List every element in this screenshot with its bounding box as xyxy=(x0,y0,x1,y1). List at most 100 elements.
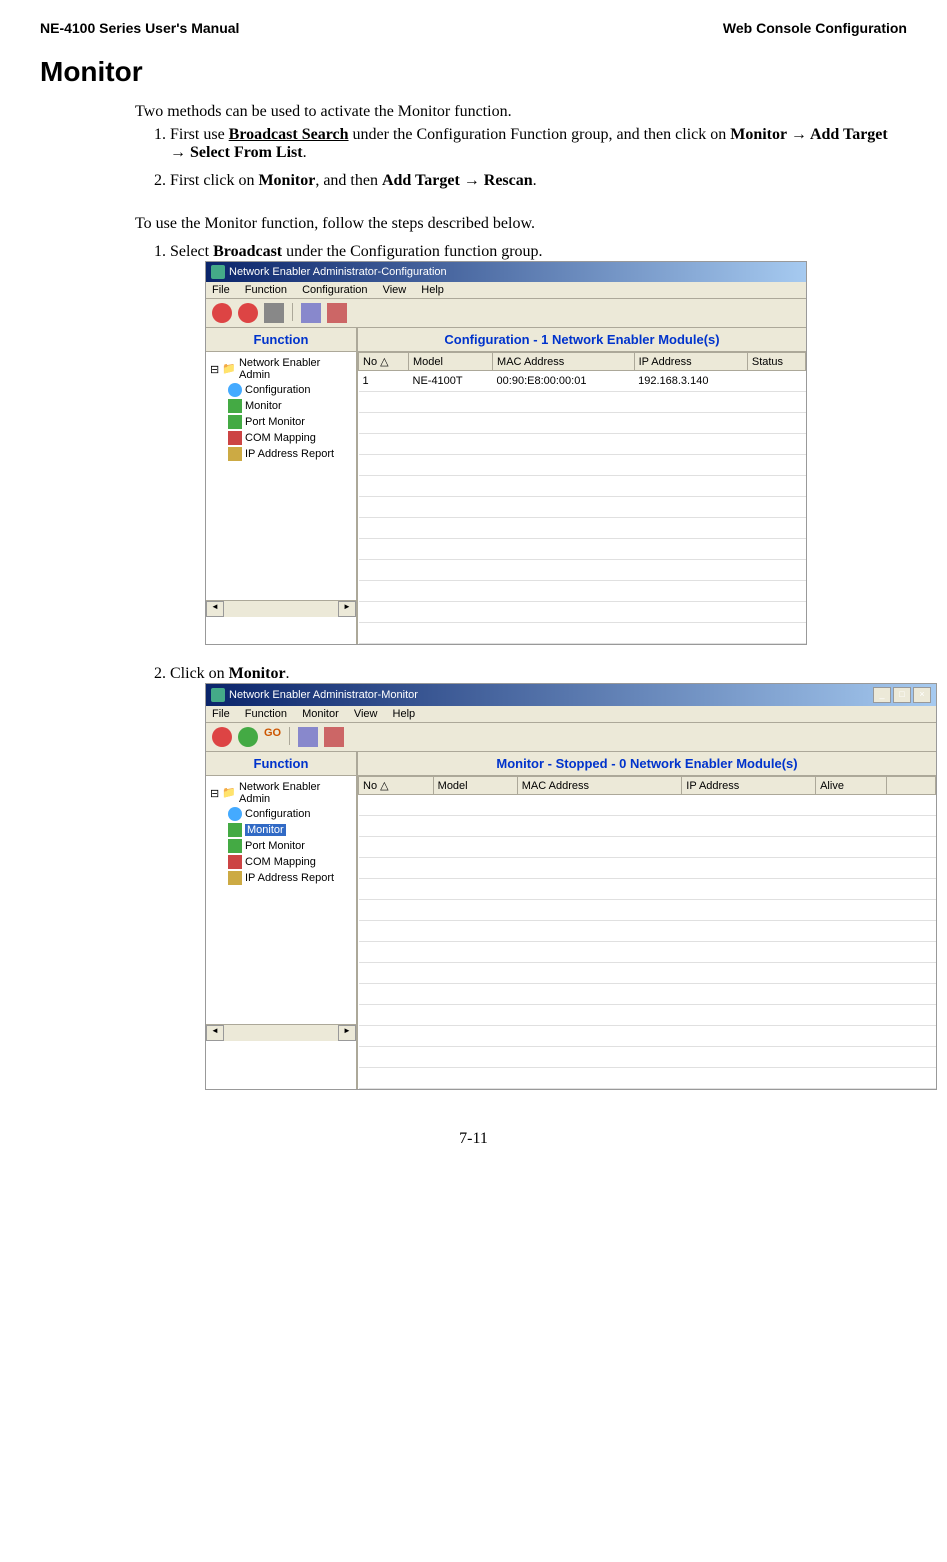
folder-icon: 📁 xyxy=(222,786,236,800)
table-row xyxy=(359,942,936,963)
menu-help[interactable]: Help xyxy=(393,708,416,720)
table-row xyxy=(359,518,806,539)
menu-file[interactable]: File xyxy=(212,708,230,720)
tree-root[interactable]: ⊟ 📁 Network Enabler Admin xyxy=(210,780,352,806)
h-scrollbar[interactable]: ◄ ► xyxy=(206,600,356,617)
menubar: File Function Configuration View Help xyxy=(206,282,806,299)
col-extra[interactable] xyxy=(887,777,936,795)
table-row xyxy=(359,879,936,900)
col-no[interactable]: No △ xyxy=(359,777,434,795)
scroll-left-arrow[interactable]: ◄ xyxy=(206,601,224,617)
tree-item-monitor[interactable]: Monitor xyxy=(228,398,352,414)
menu-file[interactable]: File xyxy=(212,284,230,296)
menu-function[interactable]: Function xyxy=(245,284,287,296)
col-mac[interactable]: MAC Address xyxy=(493,353,635,371)
toolbar: GO xyxy=(206,723,936,752)
tree-item-configuration[interactable]: Configuration xyxy=(228,382,352,398)
toolbar-icon[interactable] xyxy=(327,303,347,323)
intro-text: Two methods can be used to activate the … xyxy=(135,103,907,121)
sidebar-header: Function xyxy=(206,328,356,352)
col-alive[interactable]: Alive xyxy=(816,777,887,795)
menu-monitor[interactable]: Monitor xyxy=(302,708,339,720)
toolbar-icon[interactable] xyxy=(301,303,321,323)
table-row xyxy=(359,816,936,837)
minimize-button[interactable]: _ xyxy=(873,687,891,703)
col-ip[interactable]: IP Address xyxy=(634,353,747,371)
tree-item-monitor[interactable]: Monitor xyxy=(228,822,352,838)
table-row xyxy=(359,497,806,518)
col-mac[interactable]: MAC Address xyxy=(517,777,682,795)
method-item: First use Broadcast Search under the Con… xyxy=(170,126,907,162)
tree-item-configuration[interactable]: Configuration xyxy=(228,806,352,822)
scroll-left-arrow[interactable]: ◄ xyxy=(206,1025,224,1041)
method-item: First click on Monitor, and then Add Tar… xyxy=(170,172,907,190)
toolbar-icon[interactable] xyxy=(298,727,318,747)
tree-item-com-mapping[interactable]: COM Mapping xyxy=(228,430,352,446)
table-row[interactable]: 1 NE-4100T 00:90:E8:00:00:01 192.168.3.1… xyxy=(359,371,806,392)
toolbar-icon[interactable] xyxy=(238,727,258,747)
table-row xyxy=(359,837,936,858)
tree-root[interactable]: ⊟ 📁 Network Enabler Admin xyxy=(210,356,352,382)
window-title: Network Enabler Administrator-Monitor xyxy=(229,689,418,701)
device-table: No △ Model MAC Address IP Address Status xyxy=(358,352,806,644)
window-titlebar: Network Enabler Administrator-Configurat… xyxy=(206,262,806,282)
section-title: Web Console Configuration xyxy=(723,20,907,36)
ip-icon xyxy=(228,871,242,885)
tree-item-ip-report[interactable]: IP Address Report xyxy=(228,446,352,462)
step-item: Select Broadcast under the Configuration… xyxy=(170,243,907,645)
tree-view: ⊟ 📁 Network Enabler Admin Configuration … xyxy=(206,352,356,600)
minus-icon[interactable]: ⊟ xyxy=(210,363,219,376)
steps-list: Select Broadcast under the Configuration… xyxy=(135,243,907,1090)
tree-item-com-mapping[interactable]: COM Mapping xyxy=(228,854,352,870)
page-number: 7-11 xyxy=(40,1130,907,1148)
minus-icon[interactable]: ⊟ xyxy=(210,787,219,800)
scroll-right-arrow[interactable]: ► xyxy=(338,1025,356,1041)
tree-item-port-monitor[interactable]: Port Monitor xyxy=(228,838,352,854)
window-title: Network Enabler Administrator-Configurat… xyxy=(229,266,447,278)
menu-function[interactable]: Function xyxy=(245,708,287,720)
maximize-button[interactable]: □ xyxy=(893,687,911,703)
sidebar: Function ⊟ 📁 Network Enabler Admin Confi… xyxy=(206,752,358,1089)
port-icon xyxy=(228,415,242,429)
folder-icon: 📁 xyxy=(222,362,236,376)
toolbar xyxy=(206,299,806,328)
toolbar-icon[interactable] xyxy=(212,303,232,323)
table-row xyxy=(359,1005,936,1026)
h-scrollbar[interactable]: ◄ ► xyxy=(206,1024,356,1041)
menu-configuration[interactable]: Configuration xyxy=(302,284,367,296)
tree-item-ip-report[interactable]: IP Address Report xyxy=(228,870,352,886)
methods-list: First use Broadcast Search under the Con… xyxy=(135,126,907,190)
screenshot-1: Network Enabler Administrator-Configurat… xyxy=(205,261,807,645)
col-no[interactable]: No △ xyxy=(359,353,409,371)
close-button[interactable]: × xyxy=(913,687,931,703)
port-icon xyxy=(228,839,242,853)
menu-view[interactable]: View xyxy=(383,284,407,296)
table-row xyxy=(359,984,936,1005)
go-button[interactable]: GO xyxy=(264,727,281,747)
com-icon xyxy=(228,431,242,445)
page-title: Monitor xyxy=(40,56,907,88)
toolbar-icon[interactable] xyxy=(324,727,344,747)
screenshot-2: Network Enabler Administrator-Monitor _ … xyxy=(205,683,937,1090)
table-row xyxy=(359,581,806,602)
col-ip[interactable]: IP Address xyxy=(682,777,816,795)
monitor-icon xyxy=(228,399,242,413)
toolbar-icon[interactable] xyxy=(238,303,258,323)
col-status[interactable]: Status xyxy=(747,353,805,371)
content-header: Monitor - Stopped - 0 Network Enabler Mo… xyxy=(358,752,936,776)
table-row xyxy=(359,921,936,942)
tree-item-port-monitor[interactable]: Port Monitor xyxy=(228,414,352,430)
scroll-right-arrow[interactable]: ► xyxy=(338,601,356,617)
col-model[interactable]: Model xyxy=(409,353,493,371)
col-model[interactable]: Model xyxy=(433,777,517,795)
sort-icon: △ xyxy=(380,356,388,368)
manual-title: NE-4100 Series User's Manual xyxy=(40,20,239,36)
content-header: Configuration - 1 Network Enabler Module… xyxy=(358,328,806,352)
menu-help[interactable]: Help xyxy=(421,284,444,296)
table-row xyxy=(359,900,936,921)
toolbar-icon[interactable] xyxy=(212,727,232,747)
toolbar-icon[interactable] xyxy=(264,303,284,323)
tree-view: ⊟ 📁 Network Enabler Admin Configuration … xyxy=(206,776,356,1024)
menu-view[interactable]: View xyxy=(354,708,378,720)
app-icon xyxy=(211,265,225,279)
